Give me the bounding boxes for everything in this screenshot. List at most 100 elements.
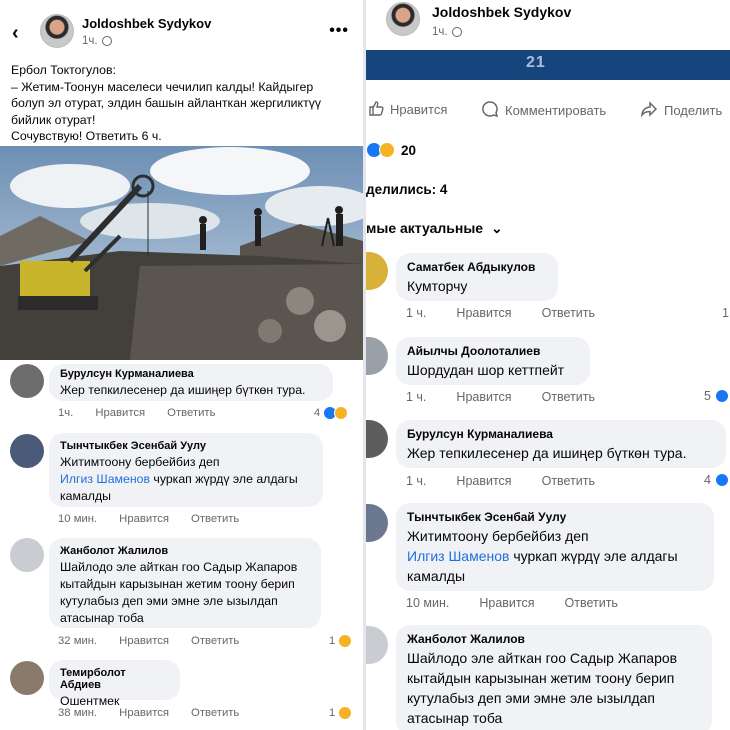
comment-text-line: атасынар тоба	[60, 611, 144, 625]
like-link[interactable]: Нравится	[479, 596, 534, 610]
comment-time[interactable]: 1ч.	[58, 407, 73, 419]
share-button[interactable]: Поделить	[640, 100, 722, 121]
commenter-name[interactable]: Бурулсун Курманалиева	[407, 427, 715, 441]
comment-time[interactable]: 10 мин.	[58, 513, 97, 525]
like-label: Нравится	[390, 102, 448, 117]
commenter-avatar[interactable]	[366, 420, 388, 458]
shares-count[interactable]: делились: 4	[366, 182, 447, 197]
author-name[interactable]: Joldoshbek Sydykov	[82, 16, 211, 31]
comment-bubble: Темирболот Абдиев Ошентмек	[49, 660, 180, 708]
comment-time[interactable]: 38 мин.	[58, 707, 97, 719]
reactions-summary[interactable]: 20	[366, 142, 416, 158]
comment-text-line: Житимтоону бербейбиз деп	[407, 528, 589, 544]
reply-link[interactable]: Ответить	[542, 474, 595, 488]
comment-time[interactable]: 1 ч.	[406, 306, 426, 320]
right-screenshot: Joldoshbek Sydykov 1ч. 21 Нравится Комме…	[366, 0, 730, 730]
comment-text-line: чуркап жүрдү эле алдагы	[150, 472, 298, 486]
commenter-name[interactable]: Тынчтыкбек Эсенбай Уулу	[60, 440, 312, 452]
reaction-summary[interactable]: 4	[314, 406, 349, 420]
commenter-avatar[interactable]	[366, 252, 388, 290]
author-name[interactable]: Joldoshbek Sydykov	[432, 4, 571, 20]
commenter-name[interactable]: Темирболот Абдиев	[60, 667, 169, 691]
mention-link[interactable]: Илгиз Шаменов	[407, 548, 509, 564]
commenter-avatar[interactable]	[366, 504, 388, 542]
like-link[interactable]: Нравится	[456, 474, 511, 488]
commenter-name[interactable]: Жанболот Жалилов	[60, 545, 310, 557]
like-link[interactable]: Нравится	[456, 390, 511, 404]
wow-reaction-icon	[334, 406, 349, 420]
chevron-down-icon: ⌄	[490, 220, 503, 236]
post-time[interactable]: 1ч.	[432, 26, 448, 38]
reply-link[interactable]: Ответить	[167, 407, 215, 419]
comment-bubble: Жанболот Жалилов Шайлодо эле айткан гоо …	[396, 625, 712, 730]
comment-text: Житимтоону бербейбиз деп Илгиз Шаменов чу…	[60, 454, 312, 505]
like-reaction-icon	[714, 473, 729, 487]
comment-text: Жер тепкилесенер да ишиңер бүткөн тура.	[407, 445, 687, 461]
comment-text-line: кутулабыз деп эми эмне эле ызылдап	[60, 594, 278, 608]
commenter-name[interactable]: Бурулсун Курманалиева	[60, 368, 322, 380]
mention-link[interactable]: Илгиз Шаменов	[60, 472, 150, 486]
post-image-banner[interactable]: 21	[366, 50, 730, 80]
commenter-avatar[interactable]	[10, 364, 44, 398]
commenter-avatar[interactable]	[10, 661, 44, 695]
comment-text-line: Шайлодо эле айткан гоо Садыр Жапаров	[60, 560, 298, 574]
post-time[interactable]: 1ч.	[82, 35, 98, 47]
reply-link[interactable]: Ответить	[542, 306, 595, 320]
sort-selector[interactable]: мые актуальные ⌄	[366, 220, 503, 237]
like-link[interactable]: Нравится	[119, 513, 169, 525]
comment-text: Кумторчу	[407, 278, 468, 294]
comment-actions: 10 мин. Нравится Ответить	[406, 596, 648, 610]
commenter-name[interactable]: Айылчы Доолоталиев	[407, 344, 579, 358]
author-avatar[interactable]	[40, 14, 74, 48]
comment-label: Комментировать	[505, 103, 607, 118]
reaction-count: 1	[329, 707, 336, 719]
reaction-count: 5	[704, 389, 711, 403]
commenter-avatar[interactable]	[366, 626, 388, 664]
post-photo[interactable]	[0, 146, 363, 360]
reaction-count: 1	[722, 306, 729, 320]
like-button[interactable]: Нравится	[368, 100, 447, 119]
share-arrow-icon	[640, 100, 658, 121]
comment-time[interactable]: 1 ч.	[406, 474, 426, 488]
reply-link[interactable]: Ответить	[565, 596, 618, 610]
reaction-summary[interactable]: 1	[329, 706, 353, 720]
author-avatar[interactable]	[386, 2, 420, 36]
comment-text-line: камалды	[60, 489, 111, 503]
like-link[interactable]: Нравится	[119, 707, 169, 719]
sort-label: мые актуальные	[366, 220, 484, 236]
comment-text-line: чуркап жүрдү эле алдагы	[509, 548, 678, 564]
reaction-summary[interactable]: 1	[329, 634, 353, 648]
commenter-name[interactable]: Саматбек Абдыкулов	[407, 260, 547, 274]
reply-link[interactable]: Ответить	[191, 635, 239, 647]
more-options-icon[interactable]: •••	[329, 22, 349, 40]
comment-time[interactable]: 10 мин.	[406, 596, 449, 610]
comment-bubble: Саматбек Абдыкулов Кумторчу	[396, 253, 558, 301]
reply-link[interactable]: Ответить	[191, 513, 239, 525]
comment-button[interactable]: Комментировать	[481, 100, 606, 121]
back-arrow-icon[interactable]: ‹	[12, 22, 19, 45]
commenter-avatar[interactable]	[10, 538, 44, 572]
like-link[interactable]: Нравится	[119, 635, 169, 647]
comment-text-line: кытайдын карызынан жетим тоону берип	[60, 577, 295, 591]
commenter-avatar[interactable]	[10, 434, 44, 468]
commenter-name[interactable]: Тынчтыкбек Эсенбай Уулу	[407, 510, 703, 524]
share-label: Поделить	[664, 103, 723, 118]
reaction-summary[interactable]: 5	[704, 389, 729, 403]
commenter-avatar[interactable]	[366, 337, 388, 375]
globe-icon	[101, 36, 112, 46]
reply-link[interactable]: Ответить	[191, 707, 239, 719]
comment-time[interactable]: 1 ч.	[406, 390, 426, 404]
reply-link[interactable]: Ответить	[542, 390, 595, 404]
commenter-name[interactable]: Жанболот Жалилов	[407, 632, 701, 646]
like-link[interactable]: Нравится	[456, 306, 511, 320]
comment-actions: 38 мин. Нравится Ответить	[58, 707, 261, 719]
reaction-count: 4	[314, 407, 321, 419]
comment-actions: 1ч. Нравится Ответить	[58, 407, 237, 419]
reaction-summary[interactable]: 4	[704, 473, 729, 487]
comment-time[interactable]: 32 мин.	[58, 635, 97, 647]
like-link[interactable]: Нравится	[95, 407, 145, 419]
reactions-count: 20	[401, 142, 417, 158]
reaction-summary[interactable]: 1	[722, 306, 729, 320]
comment-bubble: Тынчтыкбек Эсенбай Уулу Житимтоону бербе…	[49, 433, 323, 507]
comment-text-line: камалды	[407, 568, 466, 584]
